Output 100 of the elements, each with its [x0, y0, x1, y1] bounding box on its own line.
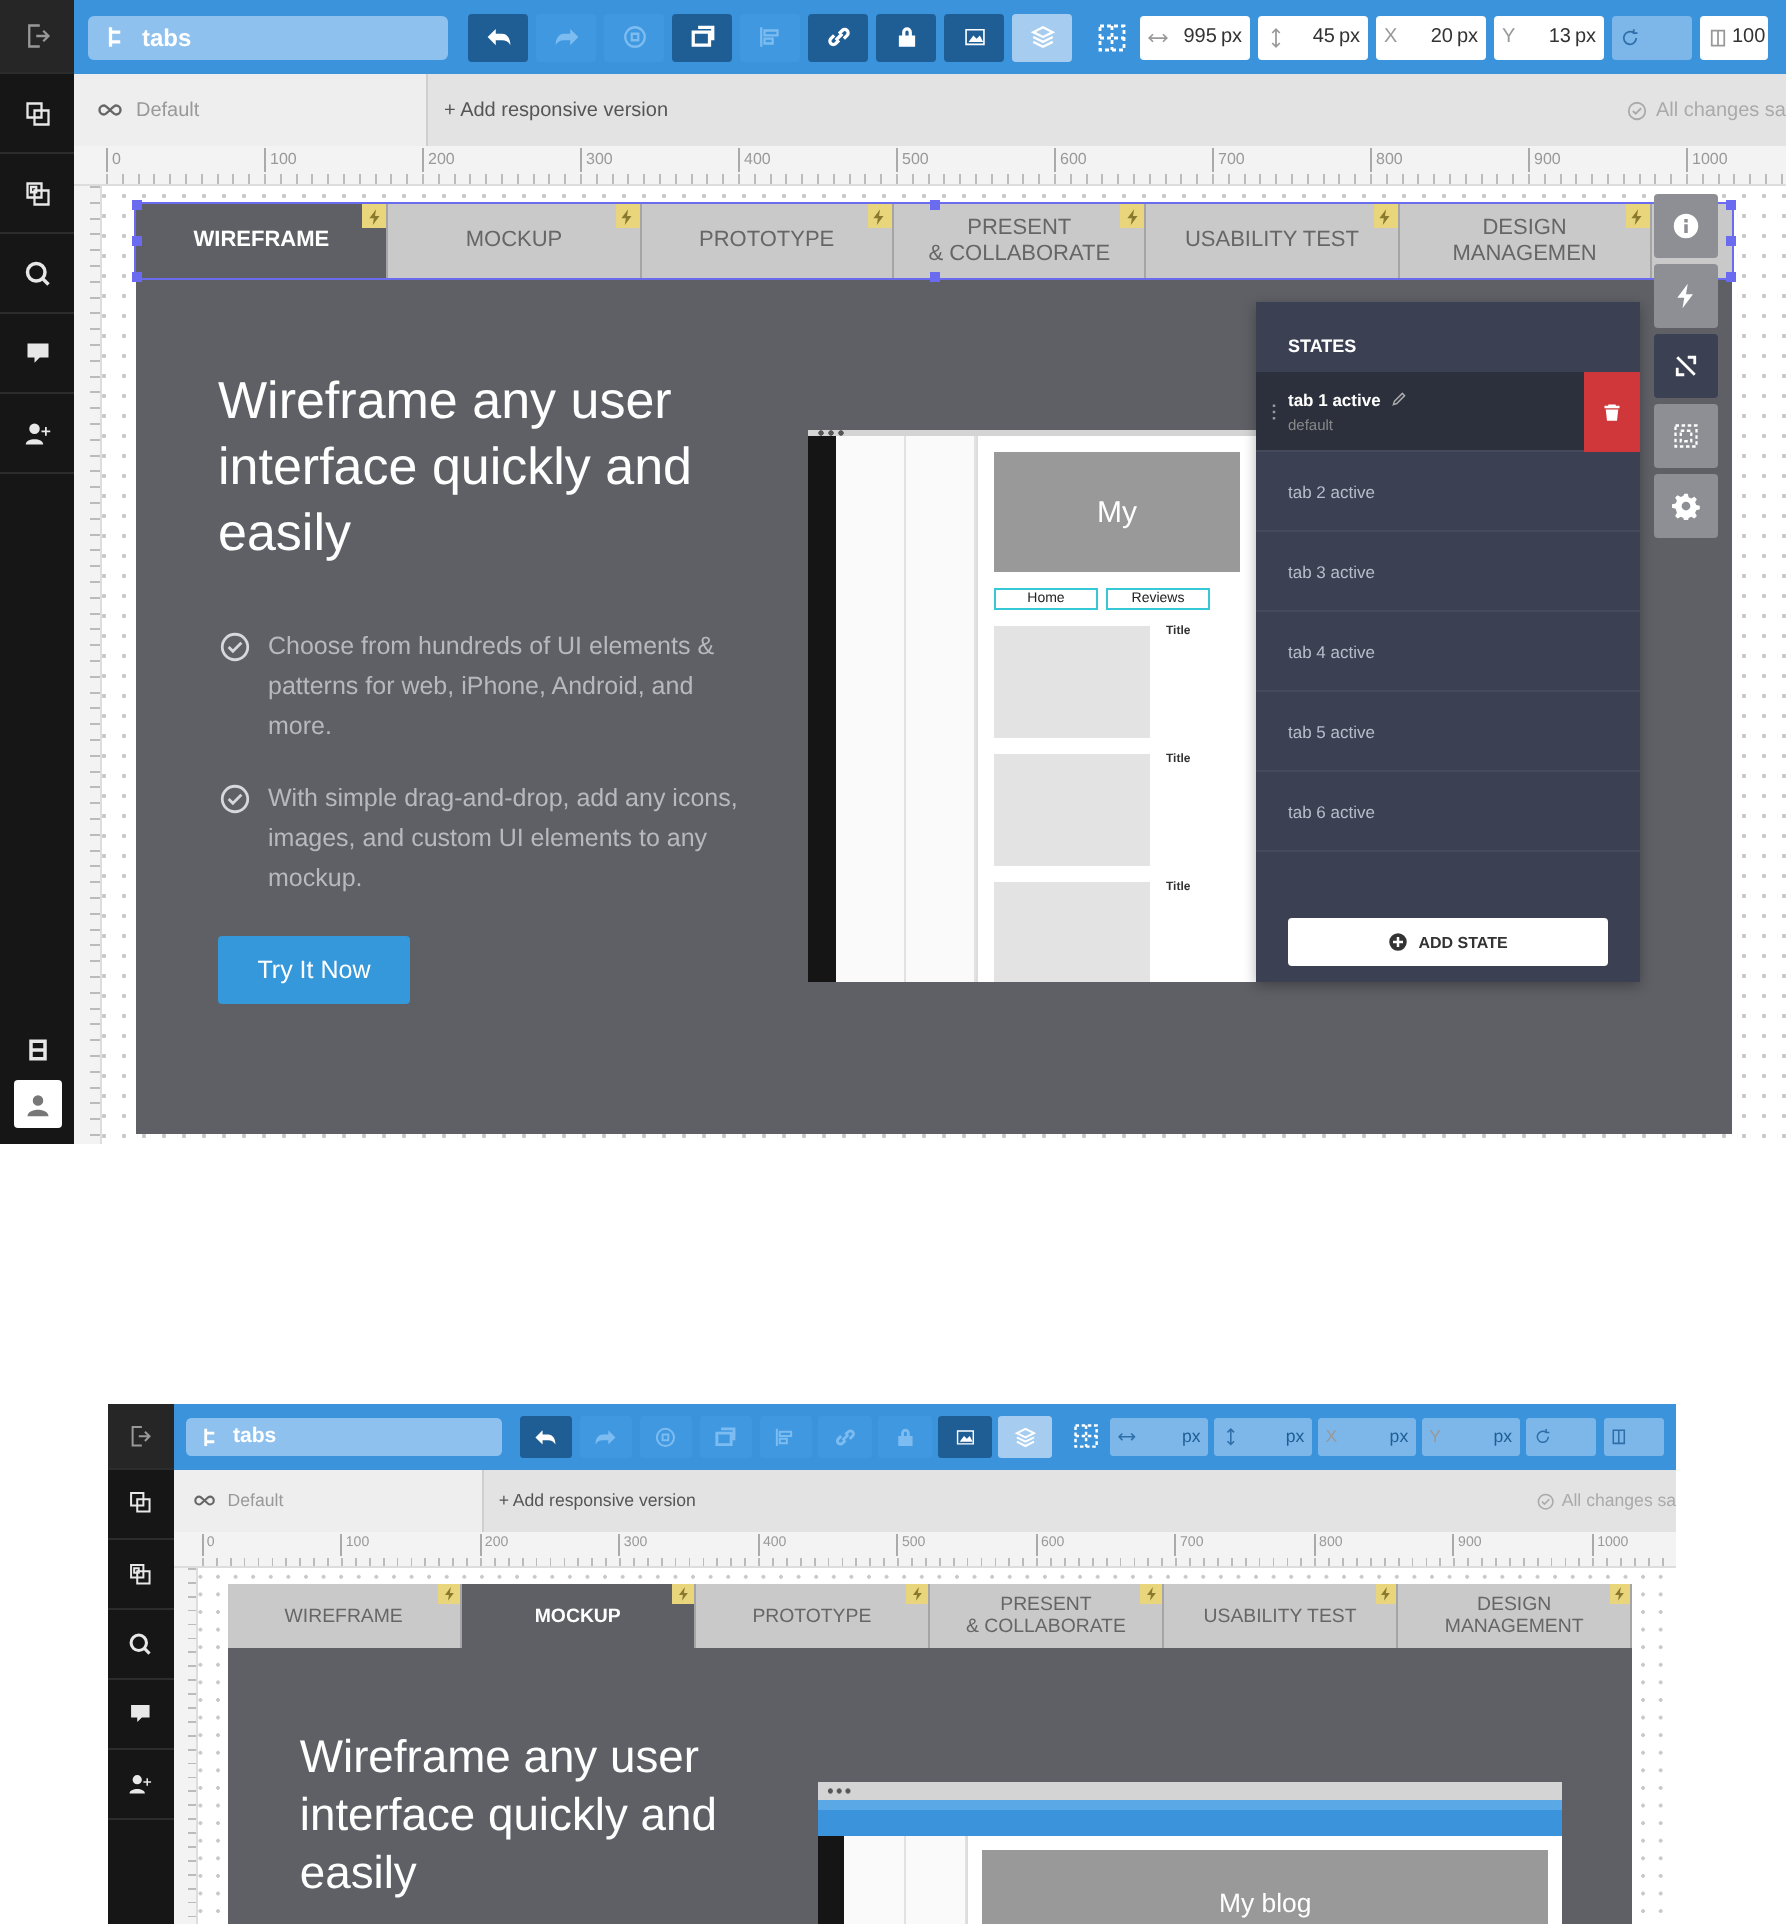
ruler-label: 100	[264, 148, 297, 172]
try-it-now-button[interactable]: Try It Now	[218, 936, 410, 1004]
element-name-field[interactable]: tabs	[88, 15, 448, 59]
state-name: tab 1 active	[1288, 389, 1381, 409]
layers-button[interactable]	[998, 1415, 1052, 1458]
height-field[interactable]: 45 px	[1258, 15, 1368, 59]
width-field[interactable]: 995 px	[1140, 15, 1250, 59]
add-state-button[interactable]: ADD STATE	[1288, 918, 1608, 966]
image-button[interactable]	[938, 1415, 992, 1458]
lock-button[interactable]	[876, 13, 936, 61]
bolt-icon	[615, 204, 640, 228]
pencil-icon[interactable]	[1390, 390, 1409, 408]
y-field[interactable]: Y 13 px	[1494, 15, 1604, 59]
settings-button[interactable]	[1654, 474, 1718, 538]
breakpoint-tab[interactable]: Default	[173, 1469, 485, 1533]
ruler-label: 0	[106, 148, 121, 172]
breakpoint-label: Default	[227, 1490, 284, 1511]
duplicate-button[interactable]	[672, 13, 732, 61]
window-dots-icon	[816, 430, 848, 436]
field-value: 13	[1546, 26, 1571, 48]
stacked-squares-icon	[23, 179, 51, 207]
tab[interactable]: DESIGN MANAGEMENT	[1398, 1583, 1633, 1649]
image-icon	[961, 24, 987, 50]
state-name: tab 3 active	[1288, 561, 1375, 581]
duplicate-icon	[689, 24, 715, 50]
state-name: tab 2 active	[1288, 481, 1375, 501]
selection-handle[interactable]	[132, 200, 142, 210]
state-item[interactable]: tab 6 active	[1256, 772, 1640, 852]
redo-icon	[594, 1425, 618, 1448]
tab[interactable]: PROTOTYPE	[695, 1583, 930, 1649]
layers-icon	[1013, 1425, 1037, 1448]
info-icon	[1672, 212, 1700, 240]
link-button[interactable]	[808, 13, 868, 61]
tab[interactable]: USABILITY TEST	[1164, 1583, 1399, 1649]
width-arrows-icon	[1117, 1427, 1136, 1446]
pages-icon	[23, 99, 51, 127]
opacity-icon	[1610, 1427, 1629, 1446]
delete-button[interactable]	[1584, 371, 1640, 451]
search-icon	[128, 1631, 153, 1657]
unit-label: px	[1574, 26, 1596, 48]
lock-icon	[893, 1425, 917, 1448]
ruler-label: 400	[738, 148, 771, 172]
state-item[interactable]: tab 4 active	[1256, 612, 1640, 692]
unit-label: px	[1181, 1426, 1201, 1447]
selection-handle[interactable]	[132, 236, 142, 246]
undo-button[interactable]	[519, 1415, 573, 1458]
selection-handle[interactable]	[1726, 236, 1736, 246]
bolt-icon	[1375, 1583, 1397, 1605]
selection-handle[interactable]	[930, 200, 940, 210]
field-label: Y	[1502, 26, 1516, 48]
bolt-icon	[672, 1583, 694, 1605]
state-item[interactable]: tab 5 active	[1256, 692, 1640, 772]
unlink-icon	[1672, 352, 1700, 380]
rotation-icon	[1620, 27, 1640, 47]
exit-item[interactable]	[108, 1404, 174, 1470]
feature-text: Choose from hundreds of UI elements & patterns for web, iPhone, Android, and more.	[268, 630, 717, 744]
selection-handle[interactable]	[132, 272, 142, 282]
avatar-item[interactable]	[13, 1080, 61, 1128]
opacity-field[interactable]: 100	[1700, 15, 1768, 59]
bolt-icon	[438, 1583, 460, 1605]
bolt-icon	[362, 204, 387, 228]
unlink-button[interactable]	[1654, 334, 1718, 398]
comment-icon	[23, 339, 51, 367]
layers-button[interactable]	[1012, 13, 1072, 61]
align-icon	[757, 24, 783, 50]
element-name-field[interactable]: tabs	[185, 1417, 503, 1456]
tab[interactable]: WIREFRAME	[136, 204, 389, 278]
add-responsive-version-link[interactable]: + Add responsive version	[484, 1490, 696, 1511]
x-field[interactable]: X 20 px	[1376, 15, 1486, 59]
trash-icon	[1602, 401, 1622, 421]
info-button[interactable]	[1654, 194, 1718, 258]
image-button[interactable]	[944, 13, 1004, 61]
film-icon	[23, 1036, 51, 1064]
hero-heading: Wireframe any user interface quickly and easily	[218, 368, 695, 566]
infinity-icon	[98, 98, 122, 122]
state-name: tab 4 active	[1288, 641, 1375, 661]
undo-icon	[485, 24, 511, 50]
selection-handle[interactable]	[1726, 272, 1736, 282]
selection-handle[interactable]	[1726, 200, 1736, 210]
ruler-label: 800	[1370, 148, 1403, 172]
settings-icon	[1672, 492, 1700, 520]
exit-item[interactable]	[0, 0, 74, 74]
tab[interactable]: WIREFRAME	[227, 1583, 462, 1649]
undo-button[interactable]	[468, 13, 528, 61]
unit-label: px	[1220, 26, 1242, 48]
state-item[interactable]: tab 2 active	[1256, 452, 1640, 532]
anchor-grid-icon[interactable]	[1072, 1422, 1101, 1451]
field-value: 995	[1181, 26, 1217, 48]
save-status: All changes sa	[1561, 1490, 1677, 1511]
image-icon	[953, 1425, 977, 1448]
ruler-label: 700	[1212, 148, 1245, 172]
tab[interactable]: PRESENT & COLLABORATE	[929, 1583, 1164, 1649]
anchor-grid-icon[interactable]	[1096, 21, 1128, 53]
breakpoint-tab[interactable]: Default	[74, 74, 428, 146]
bolt-icon	[1120, 204, 1145, 228]
field-label: Y	[1429, 1426, 1442, 1447]
state-item[interactable]: tab 3 active	[1256, 532, 1640, 612]
add-responsive-version-link[interactable]: + Add responsive version	[428, 99, 669, 121]
stacked-squares-icon	[128, 1561, 153, 1586]
selection-handle[interactable]	[930, 272, 940, 282]
